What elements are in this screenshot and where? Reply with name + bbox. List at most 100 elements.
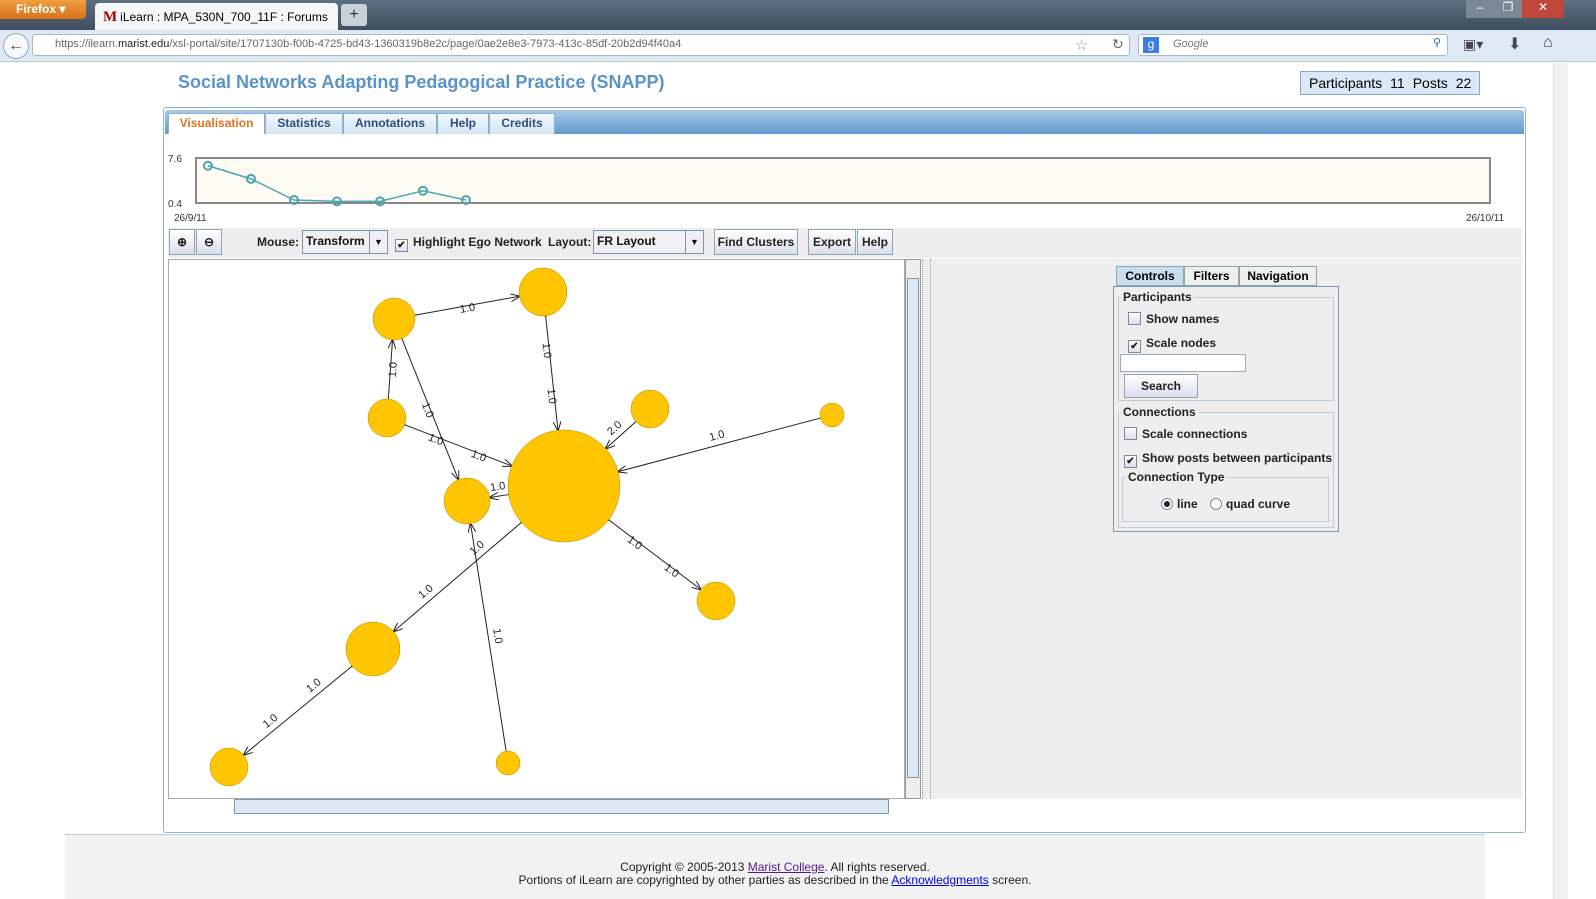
tab-help[interactable]: Help bbox=[437, 113, 489, 134]
close-window-button[interactable]: ✕ bbox=[1522, 0, 1564, 18]
participant-node[interactable] bbox=[819, 402, 845, 428]
layout-select[interactable]: FR Layout ▼ bbox=[593, 230, 704, 254]
page-title: Social Networks Adapting Pedagogical Pra… bbox=[178, 72, 665, 92]
participant-node[interactable] bbox=[372, 297, 416, 341]
edge-weight-label: 1.0 bbox=[490, 628, 504, 645]
participants-count: 11 bbox=[1390, 75, 1405, 91]
tab-navigation[interactable]: Navigation bbox=[1239, 266, 1317, 286]
network-graph[interactable]: 1.01.01.01.01.01.01.02.0 1.01.01.01.01.01… bbox=[168, 259, 905, 799]
download-icon[interactable]: ⬇ bbox=[1508, 34, 1521, 54]
participant-node[interactable] bbox=[443, 477, 491, 525]
new-tab-button[interactable]: + bbox=[341, 4, 367, 26]
edge-weight-label: 1.0 bbox=[708, 428, 726, 444]
export-button[interactable]: Export bbox=[808, 229, 856, 255]
browser-tab[interactable]: MiLearn : MPA_530N_700_11F : Forums bbox=[95, 3, 338, 30]
edge-weight-label: 1.0 bbox=[489, 480, 506, 494]
highlight-ego-checkbox[interactable]: ✔ Highlight Ego Network bbox=[395, 235, 542, 252]
line-radio[interactable]: line bbox=[1161, 497, 1198, 511]
layout-value: FR Layout bbox=[597, 234, 656, 248]
posts-label: Posts bbox=[1412, 75, 1448, 91]
reload-icon[interactable]: ↻ bbox=[1112, 36, 1124, 53]
url-path: /xsl-portal/site/1707130b-f00b-4725-bd43… bbox=[169, 38, 682, 50]
split-pane-divider[interactable] bbox=[922, 259, 931, 799]
page-scrollbar[interactable] bbox=[1553, 63, 1568, 899]
participant-node[interactable] bbox=[518, 267, 568, 317]
checkbox-icon bbox=[1124, 427, 1137, 440]
search-placeholder: Google bbox=[1173, 38, 1209, 50]
activity-chart: 7.6 0.4 bbox=[168, 154, 1491, 210]
bookmark-star-icon[interactable]: ☆ bbox=[1075, 36, 1088, 54]
show-posts-checkbox[interactable]: ✔ Show posts between participants bbox=[1124, 451, 1332, 468]
edge bbox=[490, 495, 509, 498]
help-button[interactable]: Help bbox=[857, 229, 893, 255]
back-button[interactable]: ← bbox=[3, 33, 29, 59]
graph-horizontal-scrollbar[interactable] bbox=[234, 799, 889, 814]
radio-icon bbox=[1210, 498, 1222, 510]
tab-statistics[interactable]: Statistics bbox=[265, 113, 343, 134]
find-clusters-button[interactable]: Find Clusters bbox=[714, 229, 798, 255]
participant-node[interactable] bbox=[345, 621, 401, 677]
bookmarks-icon[interactable]: ▣▾ bbox=[1463, 36, 1483, 53]
url-prefix: https://ilearn. bbox=[55, 38, 118, 50]
url-bar[interactable]: https://ilearn.marist.edu/xsl-portal/sit… bbox=[32, 34, 1130, 56]
edge-weight-label: 1.0 bbox=[662, 562, 681, 581]
search-button[interactable]: Search bbox=[1124, 374, 1198, 398]
scale-connections-label: Scale connections bbox=[1142, 427, 1248, 441]
checkbox-icon: ✔ bbox=[395, 239, 408, 252]
x-end-label: 26/10/11 bbox=[1466, 213, 1505, 224]
participant-node[interactable] bbox=[367, 398, 407, 438]
graph-vertical-scrollbar[interactable] bbox=[905, 259, 921, 799]
edge-weight-label: 1.0 bbox=[625, 534, 644, 553]
zoom-out-button[interactable]: ⊖ bbox=[196, 229, 222, 255]
edge-weight-label: 1.0 bbox=[544, 388, 558, 404]
participant-node[interactable] bbox=[696, 581, 736, 621]
search-input[interactable]: g Google ⚲ bbox=[1138, 34, 1448, 56]
tab-title: iLearn : MPA_530N_700_11F : Forums bbox=[120, 10, 328, 24]
checkbox-icon bbox=[1128, 312, 1141, 325]
home-icon[interactable]: ⌂ bbox=[1543, 34, 1553, 52]
show-names-checkbox[interactable]: Show names bbox=[1128, 312, 1219, 326]
google-icon: g bbox=[1143, 37, 1159, 53]
highlight-ego-label: Highlight Ego Network bbox=[413, 235, 542, 249]
acknowledgments-link[interactable]: Acknowledgments bbox=[891, 873, 988, 887]
edge-weight-label: 1.0 bbox=[469, 448, 488, 465]
participant-node[interactable] bbox=[507, 429, 621, 543]
y-tick-label: 7.6 bbox=[168, 154, 182, 165]
marist-college-link[interactable]: Marist College bbox=[748, 860, 825, 874]
participant-node[interactable] bbox=[495, 750, 521, 776]
chevron-down-icon: ▼ bbox=[685, 231, 703, 253]
mouse-mode-select[interactable]: Transform ▼ bbox=[302, 230, 388, 254]
edge-weight-label: 1.0 bbox=[387, 362, 400, 378]
tab-annotations[interactable]: Annotations bbox=[343, 113, 437, 134]
edge-weight-label: 1.0 bbox=[459, 301, 476, 316]
tab-filters[interactable]: Filters bbox=[1184, 266, 1239, 286]
connection-type-label: Connection Type bbox=[1126, 470, 1227, 484]
quad-curve-radio[interactable]: quad curve bbox=[1210, 497, 1290, 511]
edge bbox=[609, 520, 701, 590]
maximize-button[interactable]: ❐ bbox=[1494, 0, 1522, 18]
edge-weight-label: 1.0 bbox=[540, 342, 554, 358]
participant-node[interactable] bbox=[630, 389, 670, 429]
firefox-menu-button[interactable]: Firefox ▾ bbox=[0, 0, 86, 19]
participants-group-label: Participants bbox=[1121, 290, 1194, 304]
checkbox-icon: ✔ bbox=[1128, 340, 1141, 353]
participant-search-input[interactable] bbox=[1120, 354, 1246, 372]
search-icon[interactable]: ⚲ bbox=[1433, 36, 1441, 49]
favicon-icon: M bbox=[103, 9, 118, 25]
y-tick-label: 0.4 bbox=[168, 199, 182, 210]
tab-visualisation[interactable]: Visualisation bbox=[168, 113, 265, 134]
line-label: line bbox=[1177, 497, 1198, 511]
scale-connections-checkbox[interactable]: Scale connections bbox=[1124, 427, 1247, 441]
mouse-mode-value: Transform bbox=[306, 234, 365, 248]
posts-count: 22 bbox=[1455, 75, 1472, 91]
tab-credits[interactable]: Credits bbox=[489, 113, 555, 134]
minimize-button[interactable]: – bbox=[1466, 0, 1494, 18]
scale-nodes-checkbox[interactable]: ✔ Scale nodes bbox=[1128, 336, 1216, 353]
zoom-in-button[interactable]: ⊕ bbox=[169, 229, 195, 255]
tab-controls[interactable]: Controls bbox=[1116, 266, 1184, 286]
mouse-label: Mouse: bbox=[257, 235, 299, 249]
edge-weight-label: 1.0 bbox=[426, 432, 445, 449]
edge bbox=[546, 316, 558, 430]
edge bbox=[394, 522, 522, 631]
participant-node[interactable] bbox=[209, 747, 249, 787]
